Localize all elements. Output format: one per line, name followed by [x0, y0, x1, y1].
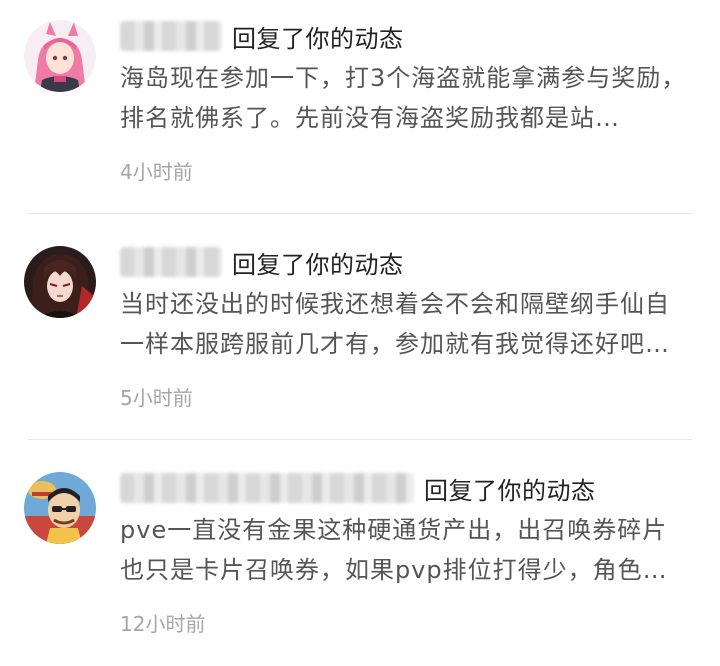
reply-action-text: 回复了你的动态	[232, 250, 404, 279]
reply-action-text: 回复了你的动态	[232, 24, 404, 53]
notification-item[interactable]: 回复了你的动态 pve一直没有金果这种硬通货产出，出召唤券碎片也只是卡片召唤券，…	[0, 452, 720, 666]
notification-list: 回复了你的动态 海岛现在参加一下，打3个海盗就能拿满参与奖励，排名就佛系了。先前…	[0, 0, 720, 666]
reply-content[interactable]: pve一直没有金果这种硬通货产出，出召唤券碎片也只是卡片召唤券，如果pvp排位打…	[120, 510, 692, 590]
reply-action-text: 回复了你的动态	[424, 476, 596, 505]
blurred-username[interactable]	[120, 247, 222, 277]
divider	[28, 439, 692, 440]
user-avatar[interactable]	[24, 246, 96, 318]
anime-dark-hair-avatar-icon	[24, 246, 96, 318]
blurred-username[interactable]	[120, 21, 222, 51]
name-row: 回复了你的动态	[120, 240, 404, 284]
divider	[28, 213, 692, 214]
reply-content[interactable]: 当时还没出的时候我还想着会不会和隔壁纲手仙自一样本服跨服前几才有，参加就有我觉得…	[120, 284, 692, 364]
blurred-username[interactable]	[120, 473, 414, 503]
reply-content[interactable]: 海岛现在参加一下，打3个海盗就能拿满参与奖励，排名就佛系了。先前没有海盗奖励我都…	[120, 58, 692, 138]
name-row: 回复了你的动态	[120, 466, 596, 510]
user-avatar[interactable]	[24, 472, 96, 544]
timestamp: 4小时前	[120, 160, 193, 184]
anime-girl-pink-hair-avatar-icon	[24, 20, 96, 92]
notification-item[interactable]: 回复了你的动态 海岛现在参加一下，打3个海盗就能拿满参与奖励，排名就佛系了。先前…	[0, 0, 720, 226]
user-avatar[interactable]	[24, 20, 96, 92]
cartoon-pirate-avatar-icon	[24, 472, 96, 544]
timestamp: 5小时前	[120, 386, 193, 410]
notification-item[interactable]: 回复了你的动态 当时还没出的时候我还想着会不会和隔壁纲手仙自一样本服跨服前几才有…	[0, 226, 720, 452]
timestamp: 12小时前	[120, 612, 206, 636]
name-row: 回复了你的动态	[120, 14, 404, 58]
